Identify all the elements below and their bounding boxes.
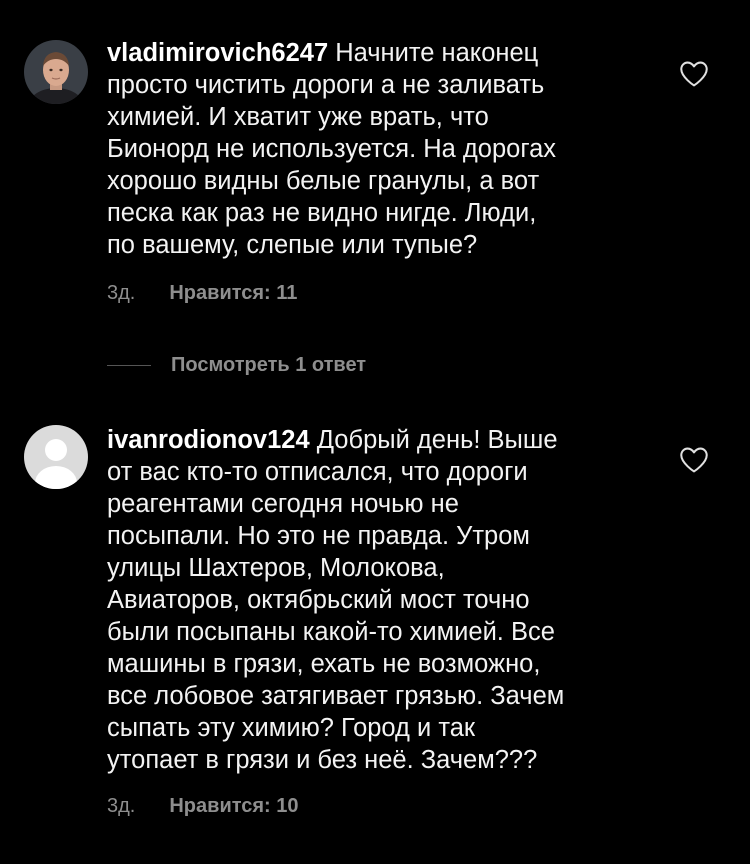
heart-outline-icon[interactable] (678, 60, 710, 88)
comment-line: машины в грязи, ехать не возможно, (107, 650, 541, 678)
comment-username[interactable]: vladimirovich6247 (107, 39, 328, 67)
default-user-avatar[interactable] (24, 425, 88, 489)
comment-line: сыпать эту химию? Город и так (107, 714, 476, 742)
comment-line: Бионорд не используется. На дорогах (107, 135, 557, 163)
view-replies[interactable]: Посмотреть 1 ответ (107, 352, 366, 378)
comment-line: улицы Шахтеров, Молокова, (107, 554, 445, 582)
comment-line: песка как раз не видно нигде. Люди, (107, 199, 537, 227)
comment-line: химией. И хватит уже врать, что (107, 103, 489, 131)
comment-meta: 3д. Нравится: 11 (107, 282, 297, 305)
comment-line: хорошо видны белые гранулы, а вот (107, 167, 540, 195)
comment-time: 3д. (107, 795, 136, 817)
comment-line: все лобовое затягивает грязью. Зачем (107, 682, 565, 710)
comment-username[interactable]: ivanrodionov124 (107, 426, 310, 454)
replies-divider (107, 364, 151, 366)
comment-likes-count[interactable]: Нравится: 11 (169, 282, 297, 304)
comment-meta: 3д. Нравится: 10 (107, 795, 299, 818)
comment-line: Авиаторов, октябрьский мост точно (107, 586, 530, 614)
comment-line: были посыпаны какой-то химией. Все (107, 618, 555, 646)
user-photo-avatar[interactable] (24, 40, 88, 104)
comment-line: реагентами сегодня ночью не (107, 490, 459, 518)
comment-line: Начните наконец (335, 39, 539, 67)
heart-outline-icon[interactable] (678, 446, 710, 474)
comment-likes-count[interactable]: Нравится: 10 (169, 795, 298, 817)
comment-time: 3д. (107, 282, 136, 304)
view-replies-button[interactable]: Посмотреть 1 ответ (171, 354, 366, 377)
comment-text: vladimirovich6247 Начните наконец просто… (107, 37, 647, 261)
comment-line: по вашему, слепые или тупые? (107, 231, 478, 259)
comment-line: утопает в грязи и без неё. Зачем??? (107, 746, 538, 774)
comment-line: просто чистить дороги а не заливать (107, 71, 545, 99)
comment-line: посыпали. Но это не правда. Утром (107, 522, 530, 550)
comment-line: от вас кто-то отписался, что дороги (107, 458, 528, 486)
comment-line: Добрый день! Выше (316, 426, 558, 454)
comment-text: ivanrodionov124 Добрый день! Выше от вас… (107, 424, 647, 776)
